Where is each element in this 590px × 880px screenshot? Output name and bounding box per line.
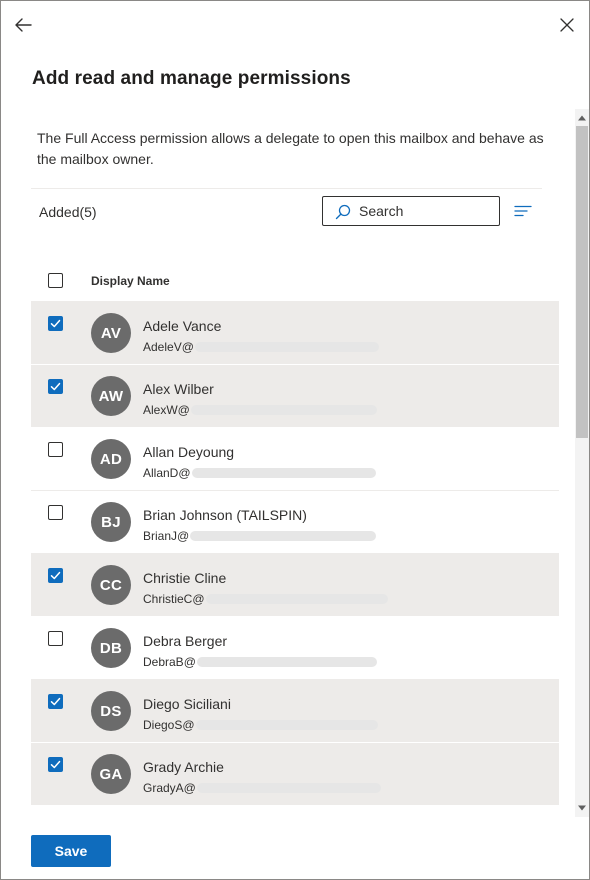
table-row[interactable]: GA Grady Archie GradyA@ <box>31 743 559 805</box>
close-icon <box>560 18 574 32</box>
panel-title: Add read and manage permissions <box>32 68 351 89</box>
email-prefix: BrianJ@ <box>143 529 190 543</box>
redacted-domain <box>205 594 388 604</box>
close-button[interactable] <box>551 9 583 41</box>
redacted-domain <box>190 531 377 541</box>
display-name: Alex Wilber <box>143 381 214 397</box>
checkmark-icon <box>50 319 61 328</box>
divider <box>31 188 542 189</box>
email-prefix: AdeleV@ <box>143 340 194 354</box>
email: BrianJ@ <box>143 529 377 543</box>
row-checkbox[interactable] <box>48 379 63 394</box>
avatar: BJ <box>91 502 131 542</box>
email: DiegoS@ <box>143 718 378 732</box>
redacted-domain <box>196 783 381 793</box>
display-name: Debra Berger <box>143 633 228 649</box>
avatar: AW <box>91 376 131 416</box>
display-name: Grady Archie <box>143 759 224 775</box>
back-button[interactable] <box>7 9 39 41</box>
avatar: AD <box>91 439 131 479</box>
redacted-domain <box>195 720 378 730</box>
search-input[interactable] <box>359 202 494 220</box>
table-row[interactable]: DS Diego Siciliani DiegoS@ <box>31 680 559 743</box>
table-row[interactable]: AV Adele Vance AdeleV@ <box>31 302 559 365</box>
row-checkbox[interactable] <box>48 316 63 331</box>
triangle-up-icon <box>578 115 586 121</box>
email: AdeleV@ <box>143 340 379 354</box>
scroll-down-button[interactable] <box>575 801 589 815</box>
table-header: Display Name <box>31 259 559 302</box>
checkmark-icon <box>50 697 61 706</box>
avatar: DS <box>91 691 131 731</box>
permissions-panel: Add read and manage permissions The Full… <box>0 0 590 880</box>
arrow-left-icon <box>15 18 32 32</box>
select-all-checkbox[interactable] <box>48 273 63 288</box>
display-name: Allan Deyoung <box>143 444 235 460</box>
display-name-column-header[interactable]: Display Name <box>91 274 170 288</box>
sort-button[interactable] <box>509 197 537 225</box>
redacted-domain <box>191 468 376 478</box>
avatar: GA <box>91 754 131 794</box>
search-box[interactable] <box>322 196 500 226</box>
row-checkbox[interactable] <box>48 757 63 772</box>
member-list: Display Name AV Adele Vance AdeleV@ AW A… <box>31 259 559 805</box>
redacted-domain <box>194 342 379 352</box>
row-checkbox[interactable] <box>48 505 63 520</box>
table-row[interactable]: AW Alex Wilber AlexW@ <box>31 365 559 428</box>
added-count-label: Added(5) <box>39 204 97 220</box>
checkmark-icon <box>50 760 61 769</box>
table-row[interactable]: AD Allan Deyoung AllanD@ <box>31 428 559 491</box>
scrollbar[interactable] <box>575 109 589 817</box>
checkmark-icon <box>50 382 61 391</box>
email-prefix: DebraB@ <box>143 655 196 669</box>
email-prefix: AlexW@ <box>143 403 190 417</box>
row-checkbox[interactable] <box>48 442 63 457</box>
email-prefix: AllanD@ <box>143 466 191 480</box>
display-name: Adele Vance <box>143 318 222 334</box>
email: ChristieC@ <box>143 592 388 606</box>
table-row[interactable]: CC Christie Cline ChristieC@ <box>31 554 559 617</box>
avatar: AV <box>91 313 131 353</box>
row-checkbox[interactable] <box>48 631 63 646</box>
save-button[interactable]: Save <box>31 835 111 867</box>
email: DebraB@ <box>143 655 377 669</box>
checkmark-icon <box>50 571 61 580</box>
avatar: DB <box>91 628 131 668</box>
email-prefix: GradyA@ <box>143 781 196 795</box>
scrollbar-thumb[interactable] <box>576 126 588 438</box>
sort-lines-icon <box>514 205 532 217</box>
display-name: Brian Johnson (TAILSPIN) <box>143 507 307 523</box>
table-row[interactable]: DB Debra Berger DebraB@ <box>31 617 559 680</box>
triangle-down-icon <box>578 805 586 811</box>
row-checkbox[interactable] <box>48 568 63 583</box>
email: GradyA@ <box>143 781 381 795</box>
redacted-domain <box>190 405 377 415</box>
display-name: Christie Cline <box>143 570 227 586</box>
display-name: Diego Siciliani <box>143 696 231 712</box>
email: AllanD@ <box>143 466 376 480</box>
search-icon <box>335 204 351 220</box>
email-prefix: DiegoS@ <box>143 718 195 732</box>
row-checkbox[interactable] <box>48 694 63 709</box>
redacted-domain <box>196 657 377 667</box>
email: AlexW@ <box>143 403 377 417</box>
email-prefix: ChristieC@ <box>143 592 205 606</box>
permission-description: The Full Access permission allows a dele… <box>37 130 544 167</box>
scroll-up-button[interactable] <box>575 111 589 125</box>
avatar: CC <box>91 565 131 605</box>
table-row[interactable]: BJ Brian Johnson (TAILSPIN) BrianJ@ <box>31 491 559 554</box>
